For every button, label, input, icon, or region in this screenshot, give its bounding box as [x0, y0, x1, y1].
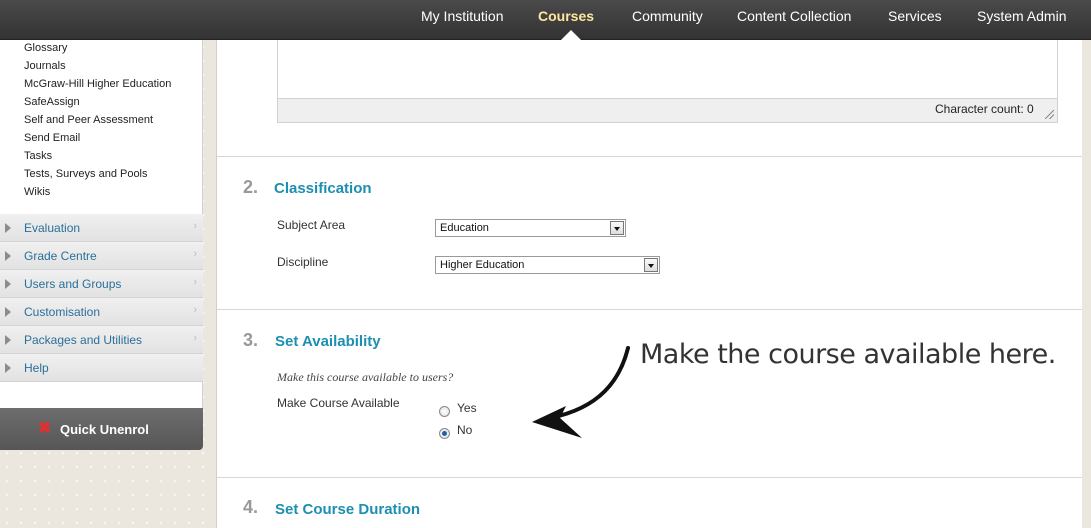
menu-section-grade-centre[interactable]: Grade Centre ›	[0, 242, 203, 270]
discipline-select[interactable]: Higher Education	[435, 256, 660, 274]
menu-section-label: Users and Groups	[24, 277, 122, 291]
make-available-label: Make Course Available	[277, 396, 400, 410]
nav-content-collection[interactable]: Content Collection	[737, 0, 851, 40]
step-number: 3.	[243, 330, 259, 350]
menu-section-packages-utilities[interactable]: Packages and Utilities ›	[0, 326, 203, 354]
discipline-value: Higher Education	[440, 259, 525, 271]
annotation-arrow-icon	[532, 346, 630, 438]
available-yes-label: Yes	[457, 401, 477, 415]
menu-section-label: Help	[24, 361, 49, 375]
nav-community[interactable]: Community	[632, 0, 703, 40]
section-divider	[217, 477, 1082, 478]
subject-area-select[interactable]: Education	[435, 219, 626, 237]
step-number: 4.	[243, 497, 259, 517]
course-menu: Glossary Journals McGraw-Hill Higher Edu…	[0, 40, 203, 408]
expand-arrow-icon	[5, 279, 11, 289]
expand-arrow-icon	[5, 251, 11, 261]
menu-section-label: Packages and Utilities	[24, 333, 143, 347]
close-x-icon: ✖	[38, 420, 52, 437]
subject-area-label: Subject Area	[277, 218, 346, 232]
expand-arrow-icon	[5, 223, 11, 233]
section-title-duration: Set Course Duration	[275, 501, 421, 518]
chevron-right-icon: ›	[193, 220, 197, 232]
menu-section-help[interactable]: Help	[0, 354, 203, 382]
dropdown-arrow-icon	[610, 221, 624, 235]
chevron-right-icon: ›	[193, 332, 197, 344]
section-title-classification: Classification	[274, 180, 372, 197]
nav-system-admin[interactable]: System Admin	[977, 0, 1066, 40]
discipline-label: Discipline	[277, 255, 329, 269]
menu-section-evaluation[interactable]: Evaluation ›	[0, 214, 203, 242]
section-divider	[217, 309, 1082, 310]
available-no-radio[interactable]	[439, 428, 450, 439]
tool-link-mcgraw-hill[interactable]: McGraw-Hill Higher Education	[24, 78, 171, 90]
menu-section-label: Grade Centre	[24, 249, 97, 263]
expand-arrow-icon	[5, 307, 11, 317]
section-divider	[217, 156, 1082, 157]
quick-unenrol-button[interactable]: ✖ Quick Unenrol	[0, 408, 203, 450]
subject-area-value: Education	[440, 222, 489, 234]
available-yes-radio[interactable]	[439, 406, 450, 417]
active-tab-caret	[561, 30, 581, 40]
page-scroll-gutter	[1082, 40, 1091, 528]
nav-services[interactable]: Services	[888, 0, 942, 40]
character-count: Character count: 0	[935, 102, 1034, 116]
top-navigation-bar: My Institution Courses Community Content…	[0, 0, 1091, 40]
availability-instruction: Make this course available to users?	[277, 370, 454, 384]
menu-section-users-groups[interactable]: Users and Groups ›	[0, 270, 203, 298]
annotation-text: Make the course available here.	[640, 339, 1056, 370]
chevron-right-icon: ›	[193, 248, 197, 260]
chevron-right-icon: ›	[193, 276, 197, 288]
tool-link-wikis[interactable]: Wikis	[24, 186, 50, 198]
quick-unenrol-label: Quick Unenrol	[60, 422, 149, 437]
dropdown-arrow-icon	[644, 258, 658, 272]
available-no-label: No	[457, 423, 473, 437]
tool-link-journals[interactable]: Journals	[24, 60, 66, 72]
expand-arrow-icon	[5, 363, 11, 373]
menu-section-customisation[interactable]: Customisation ›	[0, 298, 203, 326]
chevron-right-icon: ›	[193, 304, 197, 316]
tool-link-self-peer-assessment[interactable]: Self and Peer Assessment	[24, 114, 153, 126]
menu-section-label: Customisation	[24, 305, 101, 319]
menu-section-label: Evaluation	[24, 221, 81, 235]
nav-my-institution[interactable]: My Institution	[421, 0, 503, 40]
section-title-availability: Set Availability	[275, 333, 381, 350]
tool-link-safeassign[interactable]: SafeAssign	[24, 96, 80, 108]
tool-link-tests-surveys-pools[interactable]: Tests, Surveys and Pools	[24, 168, 148, 180]
tool-link-glossary[interactable]: Glossary	[24, 42, 67, 54]
tool-link-send-email[interactable]: Send Email	[24, 132, 80, 144]
expand-arrow-icon	[5, 335, 11, 345]
tool-link-tasks[interactable]: Tasks	[24, 150, 52, 162]
step-number: 2.	[243, 177, 259, 197]
resize-grip-icon[interactable]	[1045, 110, 1054, 119]
